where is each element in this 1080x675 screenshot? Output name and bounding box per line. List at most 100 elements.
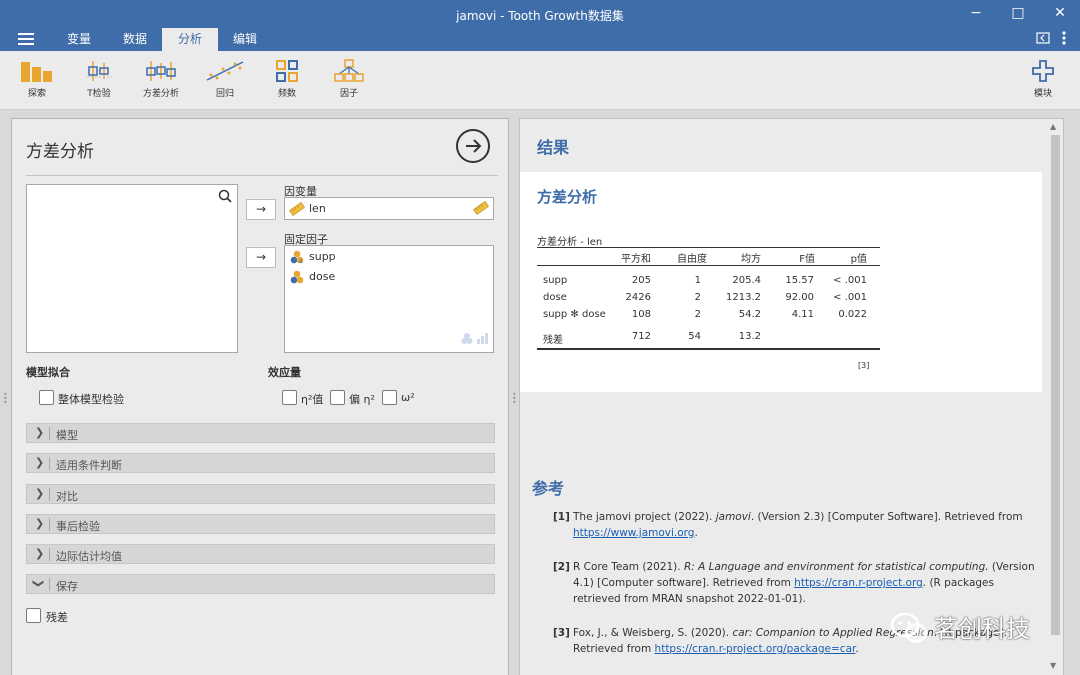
table-footnote: [3]: [858, 361, 870, 370]
fixed-factors-box[interactable]: a supp dose: [284, 245, 494, 353]
options-panel: 方差分析 → 因变量 len → 固定因子 a supp dose 模型拟合 整体…: [11, 118, 509, 675]
table-cell: 0.022: [838, 309, 867, 320]
reference-title: jamovi: [715, 511, 751, 523]
minimize-button[interactable]: −: [966, 5, 986, 21]
overall-model-test-checkbox[interactable]: [39, 390, 54, 405]
table-cell: 2426: [625, 292, 651, 303]
residuals-checkbox[interactable]: [26, 608, 41, 623]
svg-text:a: a: [299, 258, 303, 264]
regression-button[interactable]: 回归: [198, 59, 252, 99]
section-contrasts[interactable]: ❯ 对比: [26, 484, 495, 504]
chevron-right-icon: ❯: [35, 487, 45, 500]
table-header: 均方: [741, 254, 761, 265]
partial-eta-squared-checkbox[interactable]: [330, 390, 345, 405]
section-save[interactable]: ❯ 保存: [26, 574, 495, 594]
partial-eta-squared-label: 偏 η²: [349, 393, 375, 406]
model-fit-heading: 模型拟合: [26, 366, 70, 379]
table-cell: dose: [543, 292, 567, 303]
results-mode-icon[interactable]: [1036, 32, 1050, 47]
results-heading: 结果: [537, 138, 570, 157]
explore-icon: [21, 62, 52, 82]
scroll-down-icon[interactable]: ▼: [1050, 661, 1056, 670]
move-to-dependent-button[interactable]: →: [246, 199, 276, 220]
section-label: 模型: [56, 429, 78, 442]
table-cell: 92.00: [785, 292, 814, 303]
more-options-icon[interactable]: [1062, 31, 1066, 48]
table-cell: supp ✻ dose: [543, 309, 606, 320]
section-assumption-checks[interactable]: ❯ 适用条件判断: [26, 453, 495, 473]
reference-text: .: [855, 643, 859, 655]
continuous-type-icon: [472, 200, 490, 218]
maximize-button[interactable]: □: [1008, 5, 1028, 21]
omega-squared-checkbox[interactable]: [382, 390, 397, 405]
section-label: 保存: [56, 580, 78, 593]
frequencies-button[interactable]: 频数: [260, 59, 314, 99]
table-cell: 54: [688, 331, 701, 342]
reference-text: The jamovi project (2022).: [573, 511, 716, 523]
modules-label: 模块: [1033, 89, 1052, 99]
section-label: 适用条件判断: [56, 459, 122, 472]
modules-button[interactable]: 模块: [1016, 59, 1070, 99]
hamburger-menu-icon[interactable]: [18, 33, 34, 46]
search-icon[interactable]: [218, 189, 232, 206]
resize-handle-middle[interactable]: • • •: [512, 391, 517, 407]
dependent-variable-box[interactable]: len: [284, 197, 494, 220]
factor-button[interactable]: 因子: [322, 59, 376, 99]
scroll-thumb[interactable]: [1051, 135, 1060, 635]
move-to-factors-button[interactable]: →: [246, 247, 276, 268]
reference-text: .: [694, 527, 698, 539]
reference-item: [1] The jamovi project (2022). jamovi. (…: [553, 509, 1035, 541]
anova-button[interactable]: 方差分析: [134, 59, 188, 99]
scroll-up-icon[interactable]: ▲: [1050, 122, 1056, 131]
references-heading: 参考: [532, 479, 565, 498]
tab-data[interactable]: 数据: [118, 28, 152, 51]
reference-link[interactable]: https://cran.r-project.org/package=car: [655, 643, 856, 655]
title-bar: jamovi - Tooth Growth数据集 − □ ✕: [0, 0, 1080, 28]
reference-link[interactable]: https://cran.r-project.org: [794, 577, 923, 589]
anova-result-card[interactable]: 方差分析 方差分析 - len 平方和 自由度 均方 F值 p值 supp 20…: [520, 172, 1042, 392]
section-label: 事后检验: [56, 520, 100, 533]
table-cell: < .001: [833, 275, 867, 286]
reference-link[interactable]: https://www.jamovi.org: [573, 527, 694, 539]
table-cell: 15.57: [785, 275, 814, 286]
table-cell: 2: [694, 292, 701, 303]
reference-number: [1]: [553, 511, 570, 523]
watermark: 茗创科技: [890, 607, 1050, 647]
section-model[interactable]: ❯ 模型: [26, 423, 495, 443]
table-header: F值: [799, 254, 815, 265]
tab-variables[interactable]: 变量: [62, 28, 96, 51]
dependent-variable-item[interactable]: len: [288, 200, 326, 218]
section-estimated-marginal-means[interactable]: ❯ 边际估计均值: [26, 544, 495, 564]
table-cell: 残差: [543, 335, 563, 346]
close-options-button[interactable]: [456, 129, 490, 163]
table-cell: 13.2: [738, 331, 761, 342]
t-test-button[interactable]: T检验: [72, 59, 126, 99]
tab-analyses[interactable]: 分析: [162, 28, 218, 51]
window-title: jamovi - Tooth Growth数据集: [456, 9, 624, 23]
reference-text: Fox, J., & Weisberg, S. (2020).: [573, 627, 733, 639]
nominal-text-variable-icon: a: [290, 250, 304, 265]
frequencies-label: 频数: [277, 89, 296, 99]
anova-heading: 方差分析: [537, 188, 598, 206]
results-scrollbar[interactable]: ▲ ▼: [1047, 119, 1063, 675]
table-header: 平方和: [621, 254, 651, 265]
explore-label: 探索: [27, 89, 46, 99]
eta-squared-checkbox[interactable]: [282, 390, 297, 405]
table-cell: 1213.2: [726, 292, 761, 303]
resize-handle-left[interactable]: • • •: [3, 391, 8, 407]
reference-title: R: A Language and environment for statis…: [683, 561, 989, 573]
factor-item-supp[interactable]: a supp: [289, 248, 336, 266]
close-button[interactable]: ✕: [1050, 5, 1070, 21]
residuals-label: 残差: [46, 611, 68, 624]
section-post-hoc-tests[interactable]: ❯ 事后检验: [26, 514, 495, 534]
table-cell: 108: [631, 309, 651, 320]
factor-name-dose: dose: [309, 270, 336, 283]
table-header: p值: [850, 254, 867, 265]
factor-item-dose[interactable]: dose: [289, 268, 335, 286]
reference-text: . (Version 2.3) [Computer Software]. Ret…: [750, 511, 1023, 523]
variable-list[interactable]: [26, 184, 238, 353]
explore-button[interactable]: 探索: [10, 59, 64, 99]
t-test-icon: [87, 61, 112, 81]
table-cell: < .001: [833, 292, 867, 303]
tab-edit[interactable]: 编辑: [228, 28, 262, 51]
